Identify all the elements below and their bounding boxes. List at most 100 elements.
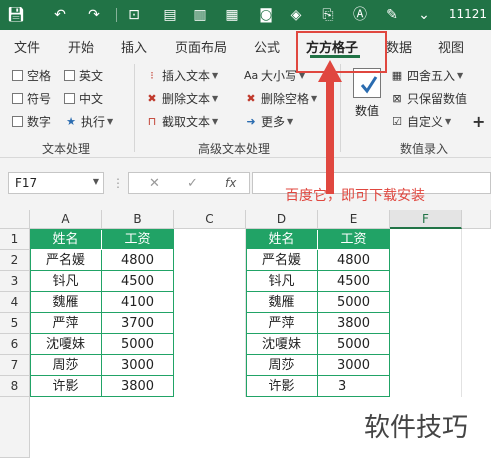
check-space[interactable]: 空格 bbox=[12, 66, 51, 84]
tab-file[interactable]: 文件 bbox=[14, 37, 40, 56]
form-icon[interactable]: ▤ bbox=[160, 5, 180, 25]
table-row[interactable]: 周莎 bbox=[246, 355, 318, 376]
checkbox[interactable] bbox=[64, 92, 75, 104]
column-c-cells[interactable] bbox=[174, 229, 246, 397]
checkbox[interactable] bbox=[12, 69, 23, 81]
row-header-4[interactable]: 4 bbox=[0, 292, 30, 313]
table-row[interactable]: 3 bbox=[318, 376, 390, 397]
undo-icon[interactable]: ↶ bbox=[50, 5, 70, 25]
table-row[interactable]: 5000 bbox=[318, 334, 390, 355]
column-header-g[interactable] bbox=[462, 210, 491, 229]
checkbox[interactable] bbox=[12, 115, 23, 127]
table-row[interactable]: 3000 bbox=[318, 355, 390, 376]
row-header-3[interactable]: 3 bbox=[0, 271, 30, 292]
round-button[interactable]: ▦ 四舍五入 ▼ bbox=[390, 66, 463, 84]
checkbox[interactable] bbox=[64, 69, 75, 81]
cell-e1[interactable]: 工资 bbox=[318, 229, 390, 250]
tab-view[interactable]: 视图 bbox=[438, 37, 464, 56]
redo-icon[interactable]: ↷ bbox=[84, 5, 104, 25]
table-row[interactable]: 4100 bbox=[102, 292, 174, 313]
table-row[interactable]: 4500 bbox=[318, 271, 390, 292]
table-row[interactable]: 许影 bbox=[30, 376, 102, 397]
table-row[interactable]: 钭凡 bbox=[30, 271, 102, 292]
column-header-d[interactable]: D bbox=[246, 210, 318, 229]
table-row[interactable]: 4800 bbox=[318, 250, 390, 271]
table-row[interactable]: 严名媛 bbox=[30, 250, 102, 271]
table-row[interactable]: 3700 bbox=[102, 313, 174, 334]
select-all-corner[interactable] bbox=[0, 210, 30, 229]
grid-icon[interactable]: ▦ bbox=[222, 5, 242, 25]
cell-d1[interactable]: 姓名 bbox=[246, 229, 318, 250]
table-row[interactable]: 5000 bbox=[318, 292, 390, 313]
chart-icon[interactable]: ▥ bbox=[190, 5, 210, 25]
tab-home[interactable]: 开始 bbox=[68, 37, 94, 56]
plus-button[interactable]: + bbox=[472, 112, 485, 131]
spreadsheet-grid[interactable]: A B C D E F 1 2 3 4 5 6 7 8 姓名 工资 严名媛 48… bbox=[0, 210, 491, 458]
cell-a1[interactable]: 姓名 bbox=[30, 229, 102, 250]
check-english[interactable]: 英文 bbox=[64, 66, 103, 84]
cancel-icon[interactable]: ✕ bbox=[149, 176, 160, 191]
more-icon[interactable]: ⌄ bbox=[414, 5, 434, 25]
ai-icon[interactable]: Ⓐ bbox=[350, 5, 370, 25]
save-icon[interactable]: 💾︎ bbox=[6, 5, 26, 25]
column-header-e[interactable]: E bbox=[318, 210, 390, 229]
table-row[interactable]: 严萍 bbox=[30, 313, 102, 334]
execute-icon: ★ bbox=[66, 114, 76, 128]
table-row[interactable]: 沈嗄妹 bbox=[246, 334, 318, 355]
table-row[interactable]: 钭凡 bbox=[246, 271, 318, 292]
table-row[interactable]: 魏雁 bbox=[30, 292, 102, 313]
table-row[interactable]: 5000 bbox=[102, 334, 174, 355]
tab-page-layout[interactable]: 页面布局 bbox=[175, 37, 227, 56]
column-header-b[interactable]: B bbox=[102, 210, 174, 229]
check-number[interactable]: 数字 bbox=[12, 112, 51, 130]
shapes-icon[interactable]: ◈ bbox=[286, 5, 306, 25]
row-header-8[interactable]: 8 bbox=[0, 376, 30, 397]
table-row[interactable]: 沈嗄妹 bbox=[30, 334, 102, 355]
more-button[interactable]: ➜ 更多 ▼ bbox=[244, 112, 293, 130]
extract-text-button[interactable]: ⊓ 截取文本 ▼ bbox=[145, 112, 218, 130]
column-header-a[interactable]: A bbox=[30, 210, 102, 229]
insert-text-button[interactable]: ⁝ 插入文本 ▼ bbox=[145, 66, 218, 84]
table-row[interactable]: 4500 bbox=[102, 271, 174, 292]
checkbox[interactable] bbox=[12, 92, 23, 104]
row-header-1[interactable]: 1 bbox=[0, 229, 30, 250]
delete-text-button[interactable]: ✖ 删除文本 ▼ bbox=[145, 89, 218, 107]
cell-b1[interactable]: 工资 bbox=[102, 229, 174, 250]
keep-number-button[interactable]: ⊠ 只保留数值 bbox=[390, 89, 467, 107]
tab-insert[interactable]: 插入 bbox=[121, 37, 147, 56]
name-box[interactable]: F17 ▼ bbox=[8, 172, 104, 194]
camera-icon[interactable]: ◙ bbox=[256, 5, 276, 25]
text-icon[interactable]: ⎘ bbox=[318, 5, 338, 25]
table-row[interactable]: 严名媛 bbox=[246, 250, 318, 271]
formula-actions: ✕ ✓ fx bbox=[128, 172, 250, 194]
tab-data[interactable]: 数据 bbox=[386, 37, 412, 56]
column-header-f[interactable]: F bbox=[390, 210, 462, 229]
table-row[interactable]: 周莎 bbox=[30, 355, 102, 376]
row-header-2[interactable]: 2 bbox=[0, 250, 30, 271]
custom-button[interactable]: ☑ 自定义 ▼ bbox=[390, 112, 451, 130]
table-row[interactable]: 严萍 bbox=[246, 313, 318, 334]
column-header-c[interactable]: C bbox=[174, 210, 246, 229]
row-header-5[interactable]: 5 bbox=[0, 313, 30, 334]
row-header-6[interactable]: 6 bbox=[0, 334, 30, 355]
ribbon: 空格 英文 符号 中文 数字 ★ 执行 ▼ 文本处理 ⁝ 插入文本 ▼ ✖ 删除文本 ▼ ⊓… bbox=[0, 58, 491, 158]
table-row[interactable]: 许影 bbox=[246, 376, 318, 397]
chevron-down-icon: ▼ bbox=[445, 116, 452, 126]
check-chinese[interactable]: 中文 bbox=[64, 89, 103, 107]
check-symbol[interactable]: 符号 bbox=[12, 89, 51, 107]
record-icon[interactable]: ⊡ bbox=[124, 5, 144, 25]
column-f-cells[interactable] bbox=[390, 229, 462, 397]
table-row[interactable]: 3800 bbox=[318, 313, 390, 334]
confirm-icon[interactable]: ✓ bbox=[187, 176, 198, 191]
row-header-7[interactable]: 7 bbox=[0, 355, 30, 376]
tab-formulas[interactable]: 公式 bbox=[254, 37, 280, 56]
chevron-down-icon[interactable]: ▼ bbox=[93, 177, 99, 186]
table-row[interactable]: 魏雁 bbox=[246, 292, 318, 313]
table-row[interactable]: 4800 bbox=[102, 250, 174, 271]
brush-icon[interactable]: ✎ bbox=[382, 5, 402, 25]
table-row[interactable]: 3000 bbox=[102, 355, 174, 376]
drag-handle-icon[interactable]: ⋮ bbox=[112, 176, 124, 190]
table-row[interactable]: 3800 bbox=[102, 376, 174, 397]
insert-function-icon[interactable]: fx bbox=[225, 176, 236, 190]
execute-button[interactable]: ★ 执行 ▼ bbox=[64, 112, 113, 130]
